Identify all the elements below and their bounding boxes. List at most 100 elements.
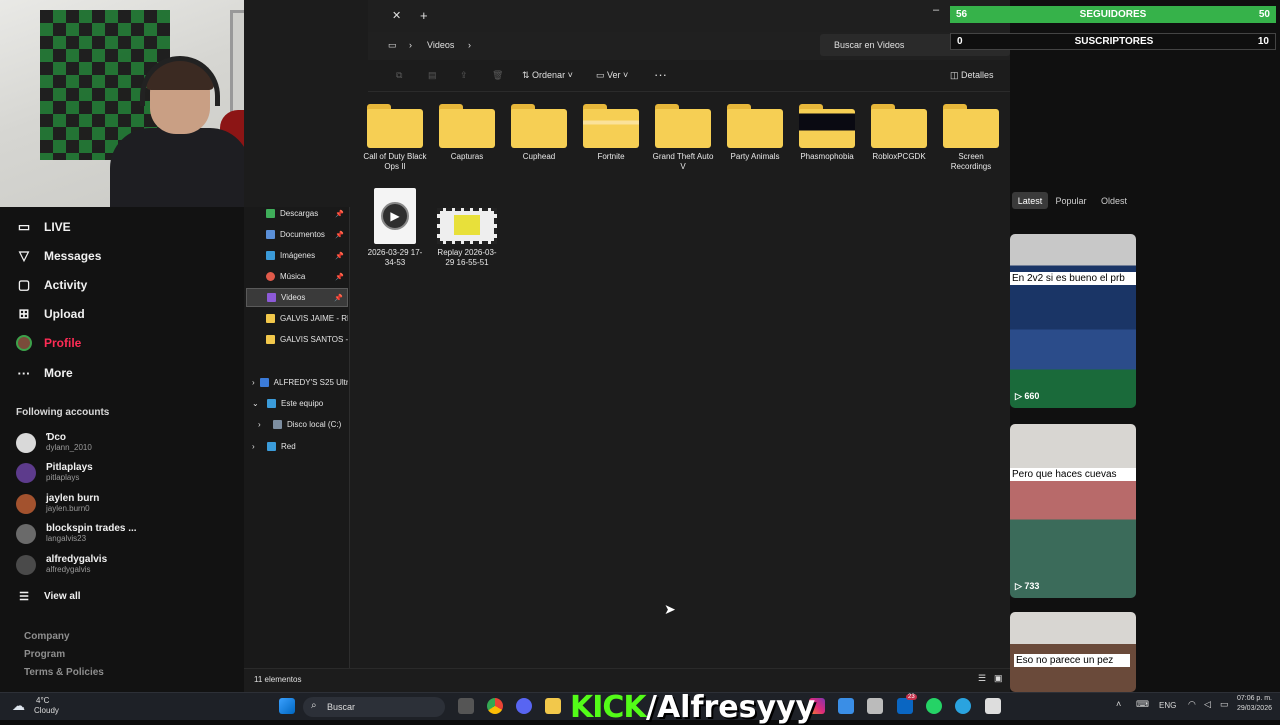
nav-local-disk[interactable]: › Disco local (C:) [246,415,348,434]
following-account[interactable]: alfredygalvis alfredygalvis [16,554,107,575]
video-file[interactable]: ▶ 2026-03-29 17-34-53 [363,188,427,268]
chrome-icon[interactable] [487,698,503,714]
video-card[interactable]: Eso no parece un pez [1010,612,1136,692]
breadcrumb-videos[interactable]: Videos [427,40,454,50]
folder-item[interactable]: Grand Theft Auto V [651,104,715,172]
nav-videos[interactable]: Videos 📌 [246,288,348,307]
nav-images[interactable]: Imágenes 📌 [246,246,348,265]
tab-popular[interactable]: Popular [1052,192,1090,209]
nav-documents[interactable]: Documentos 📌 [246,225,348,244]
following-account[interactable]: jaylen burn jaylen.burn0 [16,493,99,514]
video-file[interactable]: Replay 2026-03-29 16-55-51 [435,208,499,268]
expand-chevron[interactable]: › [252,378,255,387]
expand-chevron[interactable]: › [258,420,268,429]
nav-live[interactable]: ▭ LIVE [16,219,71,235]
teams-icon[interactable] [897,698,913,714]
view-all-link[interactable]: ☰ View all [16,588,80,604]
rename-icon[interactable]: ▤ [428,70,437,81]
video-card[interactable]: En 2v2 si es bueno el prb ▷ 660 [1010,234,1136,408]
followers-goal-bar: 56 SEGUIDORES 50 [950,6,1276,23]
nav-phone[interactable]: › ALFREDY'S S25 Ultra [246,373,348,392]
nav-this-pc[interactable]: ⌄ Este equipo [246,394,348,413]
file-explorer-icon[interactable] [545,698,561,714]
windows-start-icon[interactable] [279,698,295,714]
folder-item[interactable]: RobloxPCGDK [867,104,931,162]
subscribers-label: SUSCRIPTORES [1074,36,1154,47]
folder-item[interactable]: Party Animals [723,104,787,162]
footer-terms[interactable]: Terms & Policies [24,667,104,678]
file-icon[interactable] [985,698,1001,714]
notification-badge: 23 [906,694,917,700]
clock-date[interactable]: 29/03/2026 [1228,705,1272,712]
folder-item[interactable]: Call of Duty Black Ops II [363,104,427,172]
language-switch-icon[interactable]: ⌨ [1136,699,1149,710]
minimize-icon[interactable]: – [933,4,939,16]
expand-chevron[interactable]: › [252,442,262,451]
weather-temp[interactable]: 4°C [36,696,49,705]
view-button[interactable]: ▭ Ver ˅ [596,70,628,81]
avatar [16,523,36,544]
nav-music[interactable]: Música 📌 [246,267,348,286]
more-options-icon[interactable]: ··· [654,67,667,82]
nav-label: Red [281,442,296,451]
tab-latest[interactable]: Latest [1012,192,1048,209]
search-input[interactable]: Buscar en Videos [834,40,904,50]
collapse-chevron[interactable]: ⌄ [252,399,262,408]
nav-more[interactable]: ··· More [16,365,73,381]
nav-network[interactable]: › Red [246,437,348,456]
folder-icon [511,104,567,148]
folder-item[interactable]: Capturas [435,104,499,162]
whatsapp-icon[interactable] [926,698,942,714]
footer-program[interactable]: Program [24,649,65,660]
language-indicator[interactable]: ENG [1159,701,1176,710]
nav-activity-label: Activity [44,278,88,292]
telegram-icon[interactable] [955,698,971,714]
nav-profile[interactable]: Profile [16,335,81,351]
weather-desc[interactable]: Cloudy [34,706,59,715]
video-card[interactable]: Pero que haces cuevas ▷ 733 [1010,424,1136,598]
account-name: alfredygalvis [46,554,108,565]
details-button[interactable]: ◫ Detalles [950,70,994,81]
chevron-right-icon: › [409,40,412,50]
nav-downloads[interactable]: Descargas 📌 [246,204,348,223]
wifi-icon[interactable]: ◠ [1188,699,1196,710]
nav-messages[interactable]: ▽ Messages [16,248,101,264]
footer-company[interactable]: Company [24,631,70,642]
discord-icon[interactable] [516,698,532,714]
video-thumbnail-icon [437,208,497,244]
store-icon[interactable] [838,698,854,714]
nav-upload[interactable]: ⊞ Upload [16,306,85,322]
calculator-icon[interactable] [867,698,883,714]
account-name: jaylen burn [46,493,100,504]
nav-folder[interactable]: GALVIS SANTOS - R [246,330,348,349]
nav-activity[interactable]: ▢ Activity [16,277,88,293]
sort-button[interactable]: ⇅ Ordenar ˅ [522,70,573,81]
nav-label: Videos [281,293,306,302]
chevron-up-icon[interactable]: ˄ [1116,699,1121,709]
tab-oldest[interactable]: Oldest [1096,192,1132,209]
volume-icon[interactable]: ◁ [1204,699,1211,710]
folder-item[interactable]: Fortnite [579,104,643,162]
tile-view-icon[interactable]: ▣ [994,673,1003,684]
folder-icon [266,335,275,344]
pin-icon: 📌 [335,231,344,239]
clock-time[interactable]: 07:06 p. m. [1228,695,1272,702]
copy-icon[interactable]: ⧉ [396,70,402,81]
list-view-icon[interactable]: ☰ [978,673,986,684]
task-view-icon[interactable] [458,698,474,714]
new-tab-button[interactable]: + [420,8,428,23]
folder-item[interactable]: Cuphead [507,104,571,162]
following-account[interactable]: Pitlaplays pitlaplays [16,462,93,483]
following-account[interactable]: Ɗco dylann_2010 [16,432,92,453]
share-icon[interactable]: ⇪ [460,70,468,81]
folder-item[interactable]: Phasmophobia [795,104,859,162]
cloud-icon: ☁ [12,698,25,713]
taskbar-search[interactable]: ⌕ Buscar [303,697,445,717]
folder-item[interactable]: Screen Recordings [939,104,1003,172]
following-account[interactable]: blockspin trades ... langalvis23 [16,523,137,544]
nav-folder[interactable]: GALVIS JAIME - RES [246,309,348,328]
close-tab-button[interactable]: ✕ [392,9,401,22]
file-explorer-window: ✕ + – ▭ › Videos › Buscar en Videos ⌕ ⧉ … [244,0,1010,692]
delete-icon[interactable]: 🗑 [492,70,503,81]
phone-icon [259,378,269,387]
